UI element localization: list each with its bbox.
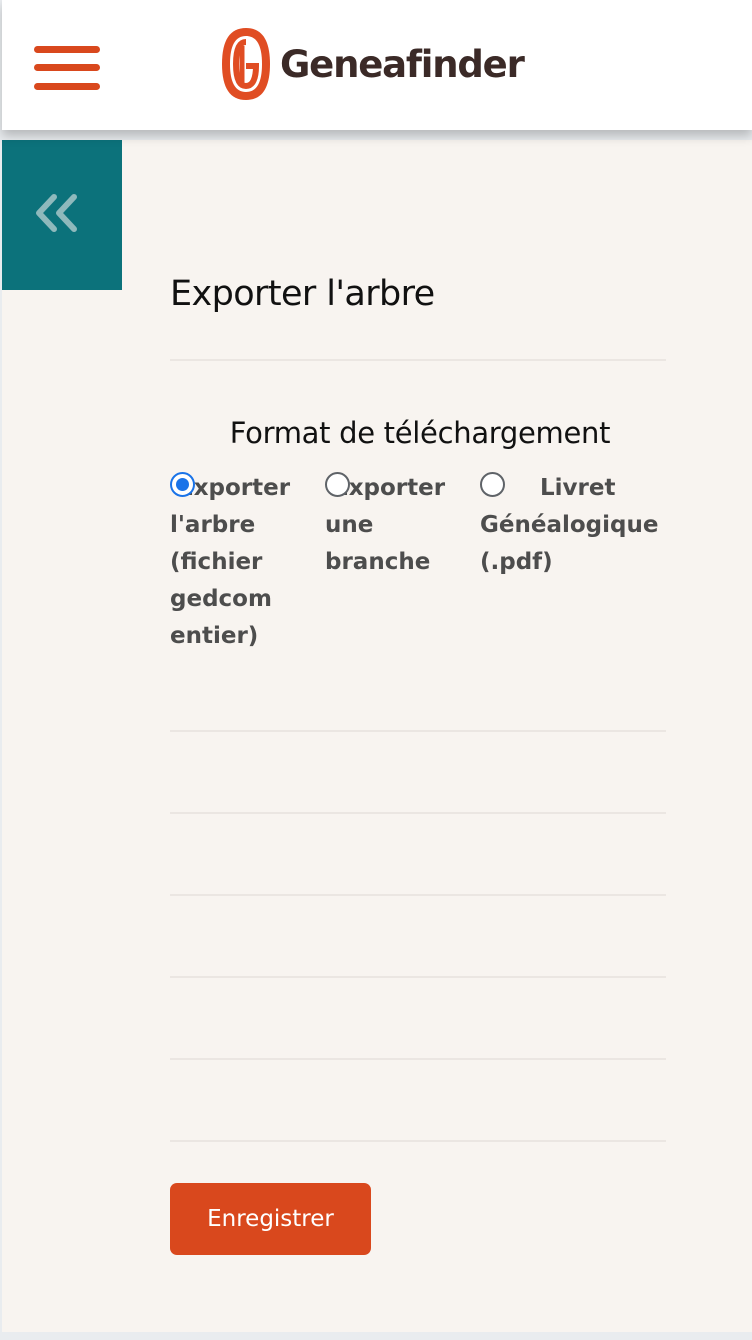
option-export-branch[interactable]: Exporter une branche [325,470,475,581]
divider [170,1140,666,1142]
divider [170,976,666,978]
divider [170,359,666,361]
radio-genealogy-booklet[interactable] [480,472,505,497]
format-label: Format de téléchargement [229,416,611,450]
radio-export-tree[interactable] [170,472,195,497]
sidebar-toggle-button[interactable] [2,140,122,290]
option-label: Livret Généalogique (.pdf) [480,475,659,575]
option-label: Exporter l'arbre (fichier gedcom entier) [170,475,291,649]
main-content: Exporter l'arbre Format de téléchargemen… [2,140,752,1332]
divider [170,730,666,732]
brand-logo[interactable]: Geneafinder [218,24,525,104]
radio-export-branch[interactable] [325,472,350,497]
save-button[interactable]: Enregistrer [170,1183,371,1255]
page-title: Exporter l'arbre [170,274,435,314]
divider [170,1058,666,1060]
page: Geneafinder Exporter l'arbre Format de t… [0,0,752,1340]
geneafinder-logo-icon [222,28,270,100]
app-header: Geneafinder [2,0,752,130]
option-export-tree[interactable]: Exporter l'arbre (fichier gedcom entier) [170,470,320,655]
option-genealogy-booklet[interactable]: Livret Généalogique (.pdf) [480,470,670,581]
brand-name: Geneafinder [280,42,525,86]
divider [170,894,666,896]
divider [170,812,666,814]
hamburger-icon[interactable] [32,44,100,96]
double-chevron-left-icon [36,194,77,232]
